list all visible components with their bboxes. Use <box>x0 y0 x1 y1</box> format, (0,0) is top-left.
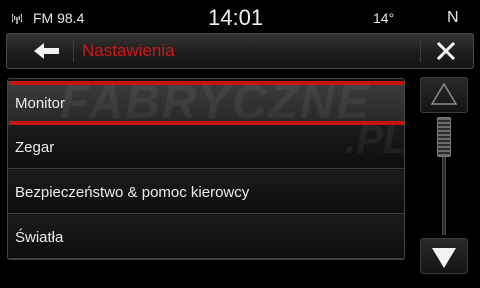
back-arrow-icon <box>34 43 59 59</box>
title-bar: Nastawienia <box>6 33 474 69</box>
scroll-down-icon <box>432 248 456 268</box>
list-item-label: Bezpieczeństwo & pomoc kierowcy <box>15 184 250 201</box>
back-button[interactable] <box>13 36 71 66</box>
divider <box>73 40 74 62</box>
scroll-down-button[interactable] <box>420 238 468 274</box>
watermark-logo-suffix: .PL <box>345 118 408 162</box>
scroll-up-button[interactable] <box>420 77 468 113</box>
watermark-logo: FABRYCZNE <box>60 76 371 129</box>
radio-signal-icon <box>12 13 22 24</box>
scrollbar[interactable] <box>437 117 451 235</box>
scroll-thumb[interactable] <box>437 117 451 157</box>
list-item-label: Zegar <box>15 139 55 156</box>
divider <box>420 40 421 62</box>
compass-heading: N <box>447 9 459 26</box>
status-bar: FM 98.4 14:01 14° N <box>0 0 480 36</box>
page-title: Nastawienia <box>82 41 175 60</box>
clock: 14:01 <box>208 5 264 30</box>
list-item-label: Światła <box>15 229 64 246</box>
list-item-label: Monitor <box>15 95 66 112</box>
radio-station[interactable]: FM 98.4 <box>33 10 84 26</box>
outside-temperature: 14° <box>373 10 395 26</box>
scroll-up-icon <box>430 82 458 105</box>
close-icon <box>436 41 456 61</box>
list-item-driver-assist[interactable]: Bezpieczeństwo & pomoc kierowcy <box>8 170 404 214</box>
list-item-lights[interactable]: Światła <box>8 215 404 259</box>
close-button[interactable] <box>424 36 468 66</box>
